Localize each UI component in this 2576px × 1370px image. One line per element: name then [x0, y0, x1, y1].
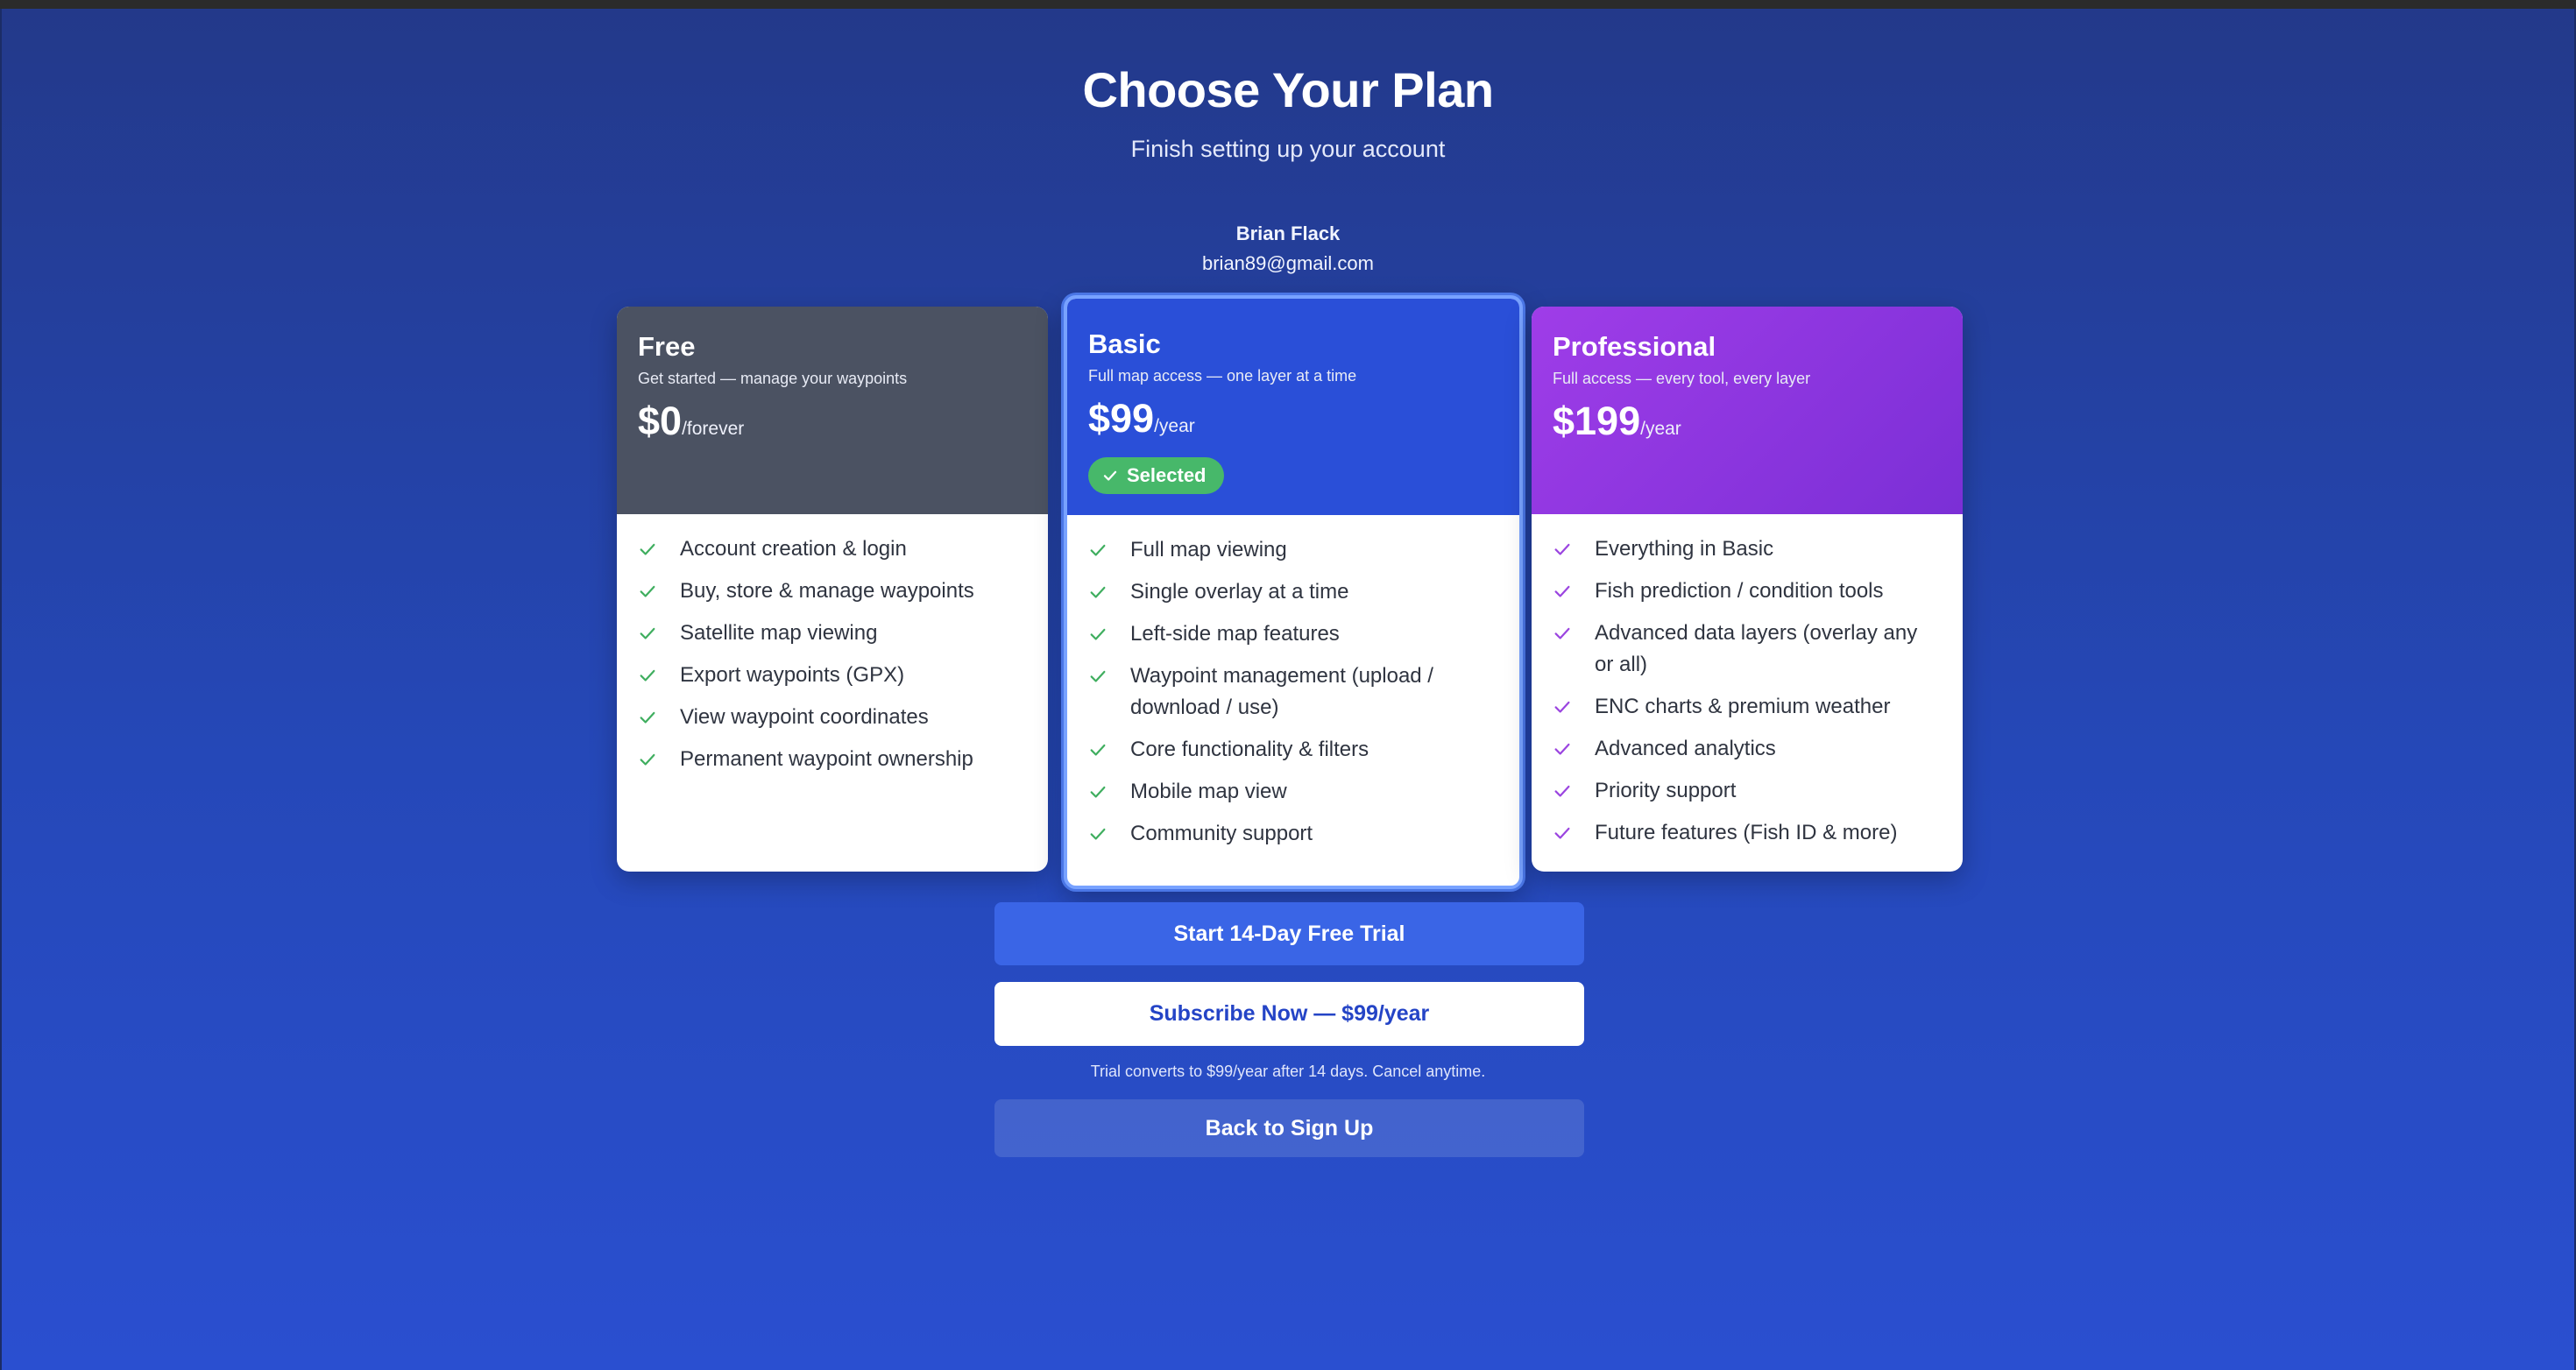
feature-text: Core functionality & filters	[1130, 738, 1369, 761]
check-icon	[1088, 660, 1109, 692]
check-icon	[1088, 576, 1109, 608]
feature-item: Permanent waypoint ownership	[638, 744, 1027, 775]
feature-item: Everything in Basic	[1553, 533, 1942, 565]
feature-text: Community support	[1130, 822, 1313, 845]
selected-badge: Selected	[1088, 457, 1224, 494]
feature-text: ENC charts & premium weather	[1595, 695, 1891, 718]
check-icon	[1553, 691, 1574, 723]
feature-text: View waypoint coordinates	[680, 705, 929, 729]
plan-description: Full map access — one layer at a time	[1088, 367, 1357, 385]
feature-item: Satellite map viewing	[638, 618, 1027, 649]
check-icon	[1553, 618, 1574, 649]
check-icon	[1553, 733, 1574, 765]
feature-item: Priority support	[1553, 775, 1942, 807]
start-trial-button[interactable]: Start 14-Day Free Trial	[994, 902, 1584, 965]
plan-selection-page: Choose Your Plan Finish setting up your …	[0, 9, 2576, 1370]
trial-note: Trial converts to $99/year after 14 days…	[1090, 1063, 1486, 1080]
user-name: Brian Flack	[1235, 222, 1341, 244]
feature-text: Everything in Basic	[1595, 537, 1774, 561]
page-title: Choose Your Plan	[1082, 62, 1494, 117]
plan-card-header: Free Get started — manage your waypoints…	[617, 307, 1048, 514]
price-period: /forever	[682, 419, 745, 439]
page-header: Choose Your Plan Finish setting up your …	[2, 61, 2574, 163]
feature-text: Left-side map features	[1130, 622, 1340, 646]
plan-card-professional[interactable]: Professional Full access — every tool, e…	[1532, 307, 1963, 872]
check-icon	[1088, 776, 1109, 808]
check-icon	[638, 744, 659, 775]
feature-item: Fish prediction / condition tools	[1553, 576, 1942, 607]
feature-list: Full map viewing Single overlay at a time…	[1067, 515, 1519, 850]
check-icon	[638, 576, 659, 607]
feature-item: Advanced analytics	[1553, 733, 1942, 765]
check-icon	[1088, 618, 1109, 650]
feature-text: Advanced analytics	[1595, 737, 1776, 760]
feature-list: Account creation & login Buy, store & man…	[617, 514, 1048, 775]
feature-text: Fish prediction / condition tools	[1595, 579, 1884, 603]
price-period: /year	[1640, 419, 1681, 439]
feature-item: ENC charts & premium weather	[1553, 691, 1942, 723]
check-icon	[1553, 576, 1574, 607]
check-icon	[1553, 817, 1574, 849]
plan-price: $0/forever	[638, 399, 1027, 444]
plan-description: Full access — every tool, every layer	[1553, 370, 1811, 387]
feature-text: Full map viewing	[1130, 538, 1287, 561]
feature-item: Buy, store & manage waypoints	[638, 576, 1027, 607]
check-icon	[638, 618, 659, 649]
feature-item: Account creation & login	[638, 533, 1027, 565]
feature-text: Waypoint management (upload / download /…	[1130, 664, 1433, 719]
check-icon	[1088, 734, 1109, 766]
plan-card-free[interactable]: Free Get started — manage your waypoints…	[617, 307, 1048, 872]
feature-text: Future features (Fish ID & more)	[1595, 821, 1898, 844]
price-amount: $99	[1088, 396, 1155, 441]
feature-item: Core functionality & filters	[1088, 734, 1498, 766]
feature-item: Full map viewing	[1088, 534, 1498, 566]
check-icon	[1088, 534, 1109, 566]
feature-text: Permanent waypoint ownership	[680, 747, 973, 771]
feature-item: Community support	[1088, 818, 1498, 850]
plan-card-header: Professional Full access — every tool, e…	[1532, 307, 1963, 514]
feature-item: Waypoint management (upload / download /…	[1088, 660, 1498, 724]
plan-price: $99/year	[1088, 396, 1498, 441]
feature-text: Satellite map viewing	[680, 621, 878, 645]
feature-text: Single overlay at a time	[1130, 580, 1349, 604]
check-icon	[638, 533, 659, 565]
plan-description: Get started — manage your waypoints	[638, 370, 908, 387]
check-icon	[1553, 775, 1574, 807]
plan-card-header: Basic Full map access — one layer at a t…	[1067, 299, 1519, 515]
feature-item: Left-side map features	[1088, 618, 1498, 650]
price-amount: $0	[638, 399, 683, 443]
plan-name: Basic	[1088, 328, 1161, 359]
check-icon	[1103, 470, 1117, 481]
check-icon	[638, 660, 659, 691]
feature-text: Export waypoints (GPX)	[680, 663, 905, 687]
price-period: /year	[1154, 416, 1195, 436]
feature-text: Account creation & login	[680, 537, 907, 561]
back-to-signup-button[interactable]: Back to Sign Up	[994, 1099, 1584, 1157]
feature-text: Priority support	[1595, 779, 1737, 802]
feature-text: Buy, store & manage waypoints	[680, 579, 974, 603]
user-info: Brian Flack brian89@gmail.com	[2, 222, 2574, 275]
check-icon	[1088, 818, 1109, 850]
subscribe-now-button[interactable]: Subscribe Now — $99/year	[994, 982, 1584, 1046]
feature-item: Single overlay at a time	[1088, 576, 1498, 608]
feature-text: Mobile map view	[1130, 780, 1287, 803]
user-email: brian89@gmail.com	[1202, 252, 1374, 274]
feature-item: Advanced data layers (overlay any or all…	[1553, 618, 1942, 681]
feature-item: Export waypoints (GPX)	[638, 660, 1027, 691]
feature-text: Advanced data layers (overlay any or all…	[1595, 621, 1918, 676]
check-icon	[1553, 533, 1574, 565]
feature-list: Everything in Basic Fish prediction / con…	[1532, 514, 1963, 849]
plan-price: $199/year	[1553, 399, 1942, 444]
plan-name: Free	[638, 331, 696, 362]
feature-item: Future features (Fish ID & more)	[1553, 817, 1942, 849]
feature-item: Mobile map view	[1088, 776, 1498, 808]
page-subtitle: Finish setting up your account	[1130, 136, 1446, 162]
price-amount: $199	[1553, 399, 1641, 443]
check-icon	[638, 702, 659, 733]
selected-badge-label: Selected	[1127, 464, 1207, 486]
plan-name: Professional	[1553, 331, 1716, 362]
feature-item: View waypoint coordinates	[638, 702, 1027, 733]
plan-card-basic[interactable]: Basic Full map access — one layer at a t…	[1064, 295, 1523, 889]
